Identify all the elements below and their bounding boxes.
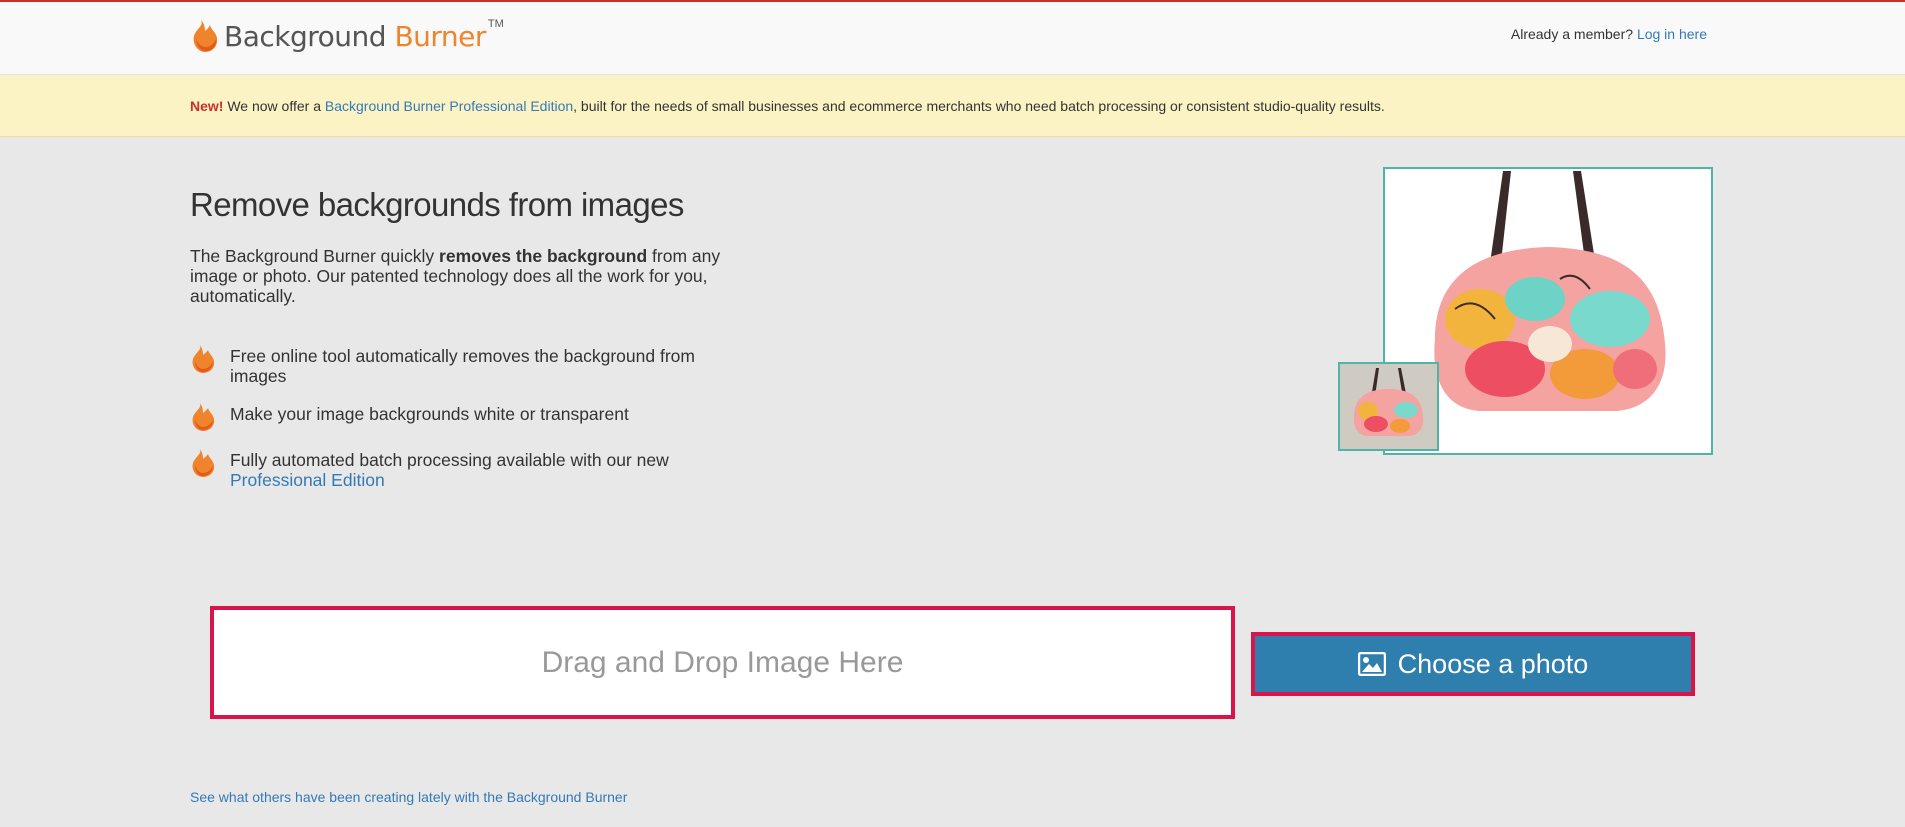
preview-original-thumbnail <box>1338 362 1439 451</box>
feature-item: Fully automated batch processing availab… <box>190 449 750 490</box>
hero-description: The Background Burner quickly removes th… <box>190 246 750 306</box>
announcement-text-before: We now offer a <box>227 98 321 114</box>
new-badge: New! <box>190 98 224 114</box>
feature-text: Free online tool automatically removes t… <box>230 346 695 386</box>
flame-bullet-icon <box>192 345 215 373</box>
professional-edition-feature-link[interactable]: Professional Edition <box>230 470 385 490</box>
page-title: Remove backgrounds from images <box>190 186 684 223</box>
flame-bullet-icon <box>192 449 215 477</box>
desc-bold: removes the background <box>439 246 648 266</box>
handbag-original-image <box>1340 364 1437 449</box>
feature-text: Fully automated batch processing availab… <box>230 450 669 490</box>
logo-text: Background Burner <box>224 19 486 53</box>
announcement-bar: New! We now offer a Background Burner Pr… <box>0 75 1905 137</box>
image-icon <box>1357 652 1386 676</box>
feature-text-before: Fully automated batch processing availab… <box>230 450 669 470</box>
feature-list: Free online tool automatically removes t… <box>190 345 750 508</box>
announcement-text-after: , built for the needs of small businesse… <box>573 98 1385 114</box>
image-dropzone[interactable]: Drag and Drop Image Here <box>210 606 1235 719</box>
flame-bullet-icon <box>192 403 215 431</box>
trademark-mark: TM <box>487 18 504 30</box>
feature-item: Free online tool automatically removes t… <box>190 345 750 386</box>
flame-logo-icon <box>193 20 218 52</box>
choose-photo-button[interactable]: Choose a photo <box>1255 636 1691 692</box>
professional-edition-link[interactable]: Background Burner Professional Edition <box>325 98 573 114</box>
site-logo[interactable]: Background Burner TM <box>190 16 504 56</box>
member-login: Already a member? Log in here <box>1511 26 1707 42</box>
choose-photo-highlight: Choose a photo <box>1251 632 1695 696</box>
member-text: Already a member? <box>1510 26 1634 42</box>
choose-photo-label: Choose a photo <box>1397 648 1589 679</box>
gallery-link[interactable]: See what others have been creating latel… <box>190 789 627 805</box>
desc-before: The Background Burner quickly <box>190 246 435 266</box>
site-header: Background Burner TM Already a member? L… <box>0 0 1905 75</box>
dropzone-label: Drag and Drop Image Here <box>541 645 904 679</box>
login-link[interactable]: Log in here <box>1637 26 1707 42</box>
feature-text: Make your image backgrounds white or tra… <box>230 404 629 424</box>
feature-item: Make your image backgrounds white or tra… <box>190 403 750 432</box>
